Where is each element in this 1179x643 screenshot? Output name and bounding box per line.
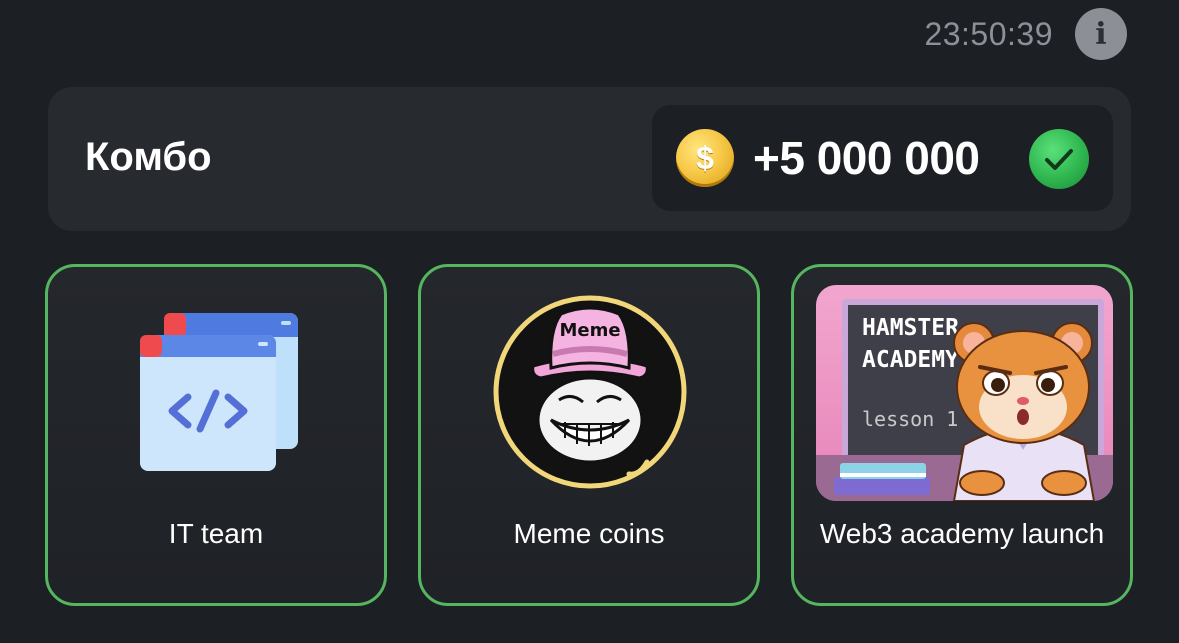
code-window-icon	[136, 309, 300, 478]
reward-amount: +5 000 000	[753, 132, 980, 184]
hamster-icon	[952, 322, 1096, 501]
card-label: IT team	[168, 518, 264, 549]
combo-reward: $ +5 000 000	[652, 105, 1113, 211]
hamster-academy-image: HAMSTER ACADEMY lesson 1	[816, 285, 1113, 501]
card-label: Web3 academy launch	[819, 518, 1105, 549]
coin-icon: $	[676, 129, 734, 187]
countdown-timer: 23:50:39	[924, 15, 1053, 52]
combo-title: Комбо	[85, 135, 212, 179]
books-icon	[834, 463, 930, 495]
combo-panel: Комбо $ +5 000 000	[48, 87, 1131, 231]
top-bar: 23:50:39 i	[924, 8, 1127, 60]
card-label: Meme coins	[513, 518, 665, 549]
hat-text: Meme	[559, 320, 620, 341]
info-icon[interactable]: i	[1075, 8, 1127, 60]
combo-card-meme-coins[interactable]: Meme Meme coins	[418, 264, 760, 606]
combo-card-web3-academy[interactable]: HAMSTER ACADEMY lesson 1 Web3 academy la…	[791, 264, 1133, 606]
combo-card-it-team[interactable]: IT team	[45, 264, 387, 606]
meme-troll-hat-icon: Meme	[489, 292, 691, 497]
check-circle-icon	[1029, 129, 1089, 189]
coin-symbol: $	[696, 139, 714, 176]
